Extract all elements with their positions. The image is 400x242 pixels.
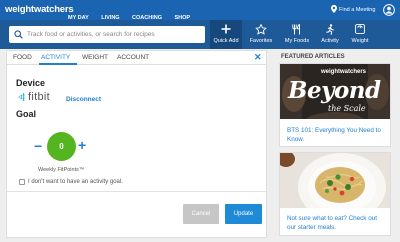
plus-icon <box>221 24 231 34</box>
settings-panel: FOOD ACTIVITY WEIGHT ACCOUNT ✕ Device fi… <box>6 50 267 238</box>
article-image-subheadline: the Scale <box>328 104 366 113</box>
article-card[interactable]: weightwatchers Beyond the Scale BTS 101:… <box>279 63 391 147</box>
featured-articles-heading: FEATURED ARTICLES <box>281 54 345 60</box>
utensils-icon <box>292 24 300 35</box>
my-foods-button[interactable]: My Foods <box>281 20 313 49</box>
tab-weight[interactable]: WEIGHT <box>82 54 108 61</box>
favorites-label: Favorites <box>249 38 273 44</box>
tab-food[interactable]: FOOD <box>13 54 32 61</box>
user-avatar-icon[interactable] <box>383 4 395 16</box>
top-nav: weightwatchers MY DAY LIVING COACHING SH… <box>0 0 400 21</box>
activity-label: Activity <box>321 38 339 44</box>
goal-value: 0 <box>47 132 76 161</box>
search-input[interactable] <box>27 26 202 43</box>
decrease-goal-button[interactable]: − <box>34 139 42 153</box>
active-tab-indicator <box>39 63 77 65</box>
close-icon[interactable]: ✕ <box>254 52 262 63</box>
my-foods-label: My Foods <box>284 38 310 44</box>
find-meeting-label: Find a Meeting <box>339 7 376 13</box>
fitbit-dots-icon <box>18 93 25 101</box>
disconnect-link[interactable]: Disconnect <box>66 96 101 103</box>
no-goal-checkbox[interactable] <box>19 179 25 185</box>
tab-account[interactable]: ACCOUNT <box>117 54 149 61</box>
search-icon <box>14 30 23 39</box>
divider <box>7 191 266 192</box>
quick-add-button[interactable]: Quick Add <box>210 20 242 49</box>
article-image: weightwatchers Beyond the Scale <box>280 64 390 119</box>
goal-heading: Goal <box>16 109 37 119</box>
weight-button[interactable]: Weight <box>345 20 375 49</box>
star-icon <box>255 24 267 35</box>
settings-tabs: FOOD ACTIVITY WEIGHT ACCOUNT ✕ <box>7 51 266 65</box>
weight-label: Weight <box>351 38 369 44</box>
find-meeting-link[interactable]: Find a Meeting <box>331 5 375 13</box>
article-title-link[interactable]: Not sure what to eat? Check out our star… <box>287 214 387 232</box>
article-title-link[interactable]: BTS 101: Everything You Need to Know. <box>287 126 385 144</box>
search-box[interactable] <box>9 26 205 43</box>
quick-add-label: Quick Add <box>213 38 239 44</box>
cancel-button[interactable]: Cancel <box>183 204 219 224</box>
activity-button[interactable]: Activity <box>315 20 345 49</box>
device-heading: Device <box>16 78 46 88</box>
no-goal-label[interactable]: I don't want to have an activity goal. <box>28 179 123 185</box>
favorites-button[interactable]: Favorites <box>245 20 277 49</box>
article-card[interactable]: Not sure what to eat? Check out our star… <box>279 152 391 236</box>
goal-unit-label: Weekly FitPoints™ <box>38 167 85 173</box>
update-button[interactable]: Update <box>225 204 262 224</box>
location-pin-icon <box>331 5 337 13</box>
article-image <box>280 153 390 208</box>
pasta-dish-image <box>280 153 390 208</box>
scale-icon <box>355 24 365 34</box>
article-image-headline: Beyond <box>288 77 381 104</box>
device-name: fitbit <box>28 91 50 103</box>
brand-logo[interactable]: weightwatchers <box>5 4 74 15</box>
tab-activity[interactable]: ACTIVITY <box>41 54 70 61</box>
increase-goal-button[interactable]: + <box>78 138 86 152</box>
article-image-brand: weightwatchers <box>321 69 367 75</box>
activity-icon <box>326 24 334 35</box>
